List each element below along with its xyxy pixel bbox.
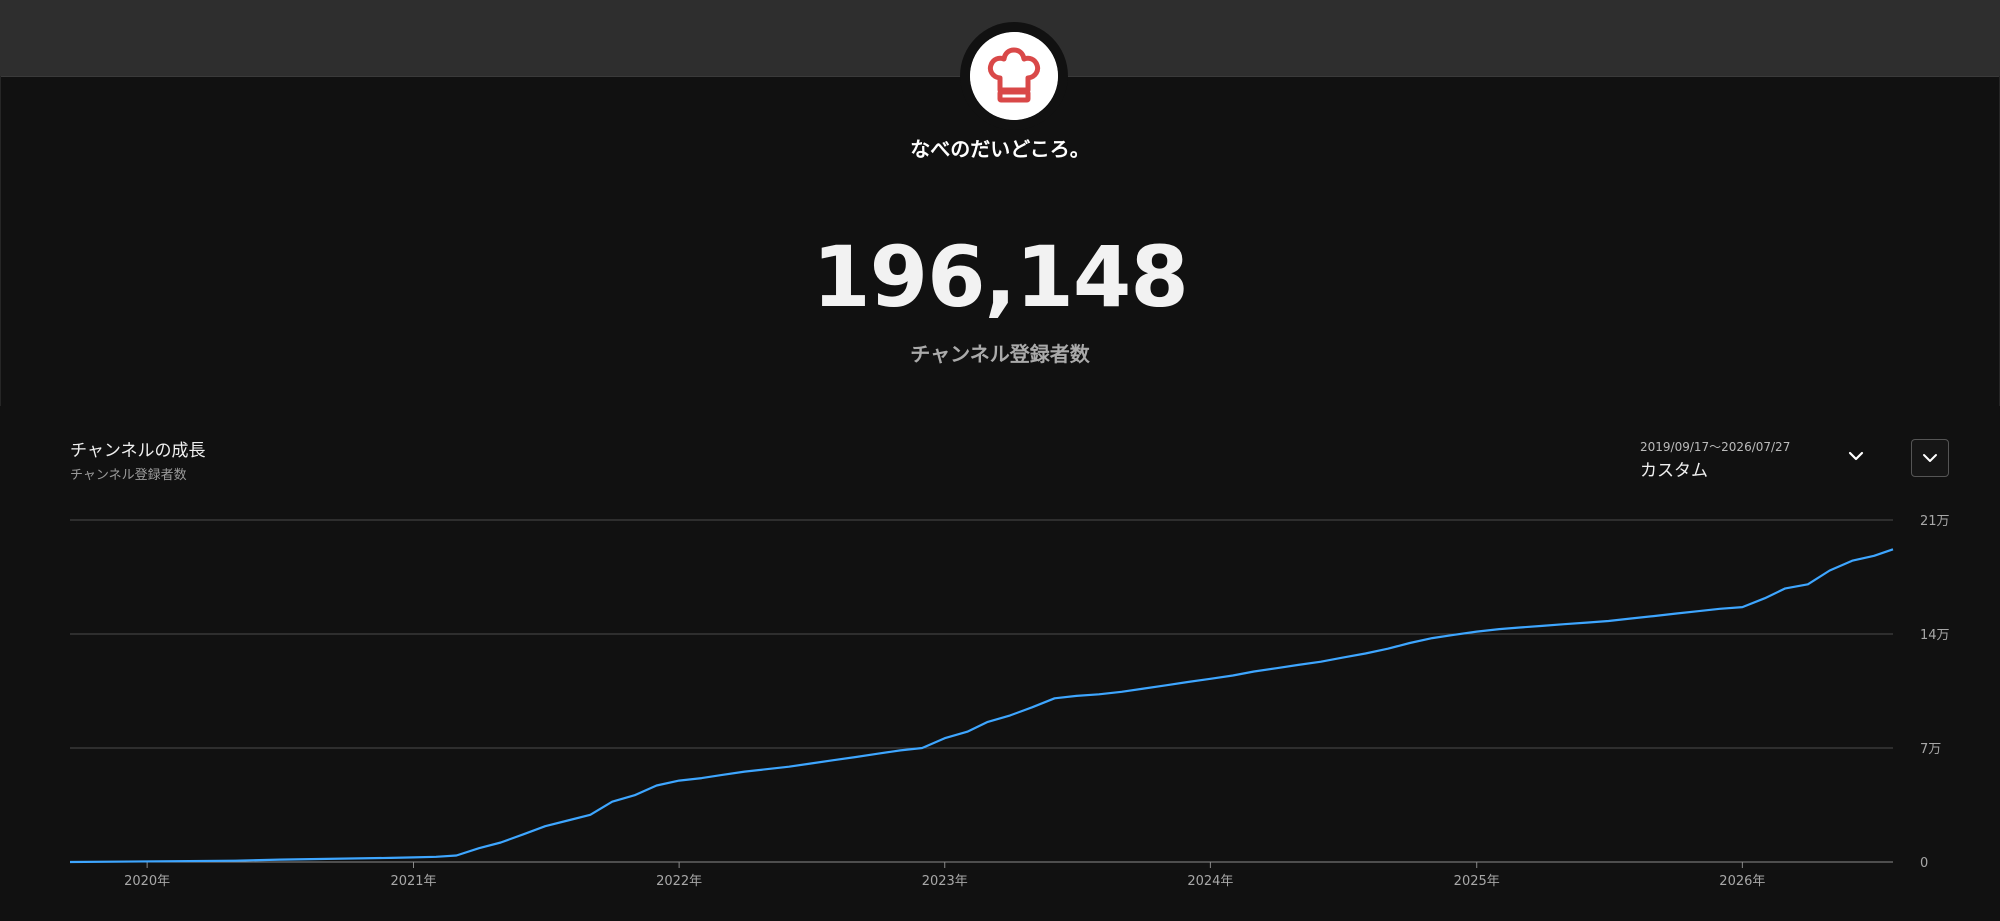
- avatar[interactable]: [970, 32, 1058, 120]
- subscriber-label: チャンネル登録者数: [910, 342, 1090, 366]
- x-tick-label: 2021年: [390, 874, 436, 889]
- y-tick-label: 14万: [1920, 628, 1950, 643]
- y-tick-label: 7万: [1920, 742, 1941, 757]
- subscriber-count: 196,148: [812, 228, 1189, 326]
- date-range-mode: カスタム: [1640, 461, 1708, 481]
- y-tick-label: 0: [1920, 856, 1928, 871]
- chevron-down-icon: [1923, 454, 1937, 462]
- series-line: [69, 548, 1894, 864]
- chevron-down-icon: [1848, 451, 1864, 461]
- x-tick-label: 2026年: [1719, 874, 1765, 889]
- growth-chart-subtitle: チャンネル登録者数: [70, 468, 187, 483]
- chef-hat-icon: [970, 32, 1058, 120]
- growth-chart: 0 7万 14万 21万 2020年 2021年 2022年 2023年 2024年 2025年…: [69, 514, 1950, 889]
- date-range-dropdown[interactable]: 2019/09/17〜2026/07/27 カスタム: [1640, 436, 1870, 482]
- y-tick-label: 21万: [1920, 514, 1950, 529]
- date-range-text: 2019/09/17〜2026/07/27: [1640, 440, 1791, 454]
- growth-chart-title: チャンネルの成長: [70, 441, 206, 461]
- channel-name: なべのだいどころ。: [910, 137, 1090, 161]
- x-tick-label: 2020年: [124, 874, 170, 889]
- x-tick-label: 2023年: [922, 874, 968, 889]
- x-tick-label: 2025年: [1454, 874, 1500, 889]
- x-tick-label: 2022年: [656, 874, 702, 889]
- chart-menu-button[interactable]: [1911, 439, 1949, 477]
- x-tick-label: 2024年: [1187, 874, 1233, 889]
